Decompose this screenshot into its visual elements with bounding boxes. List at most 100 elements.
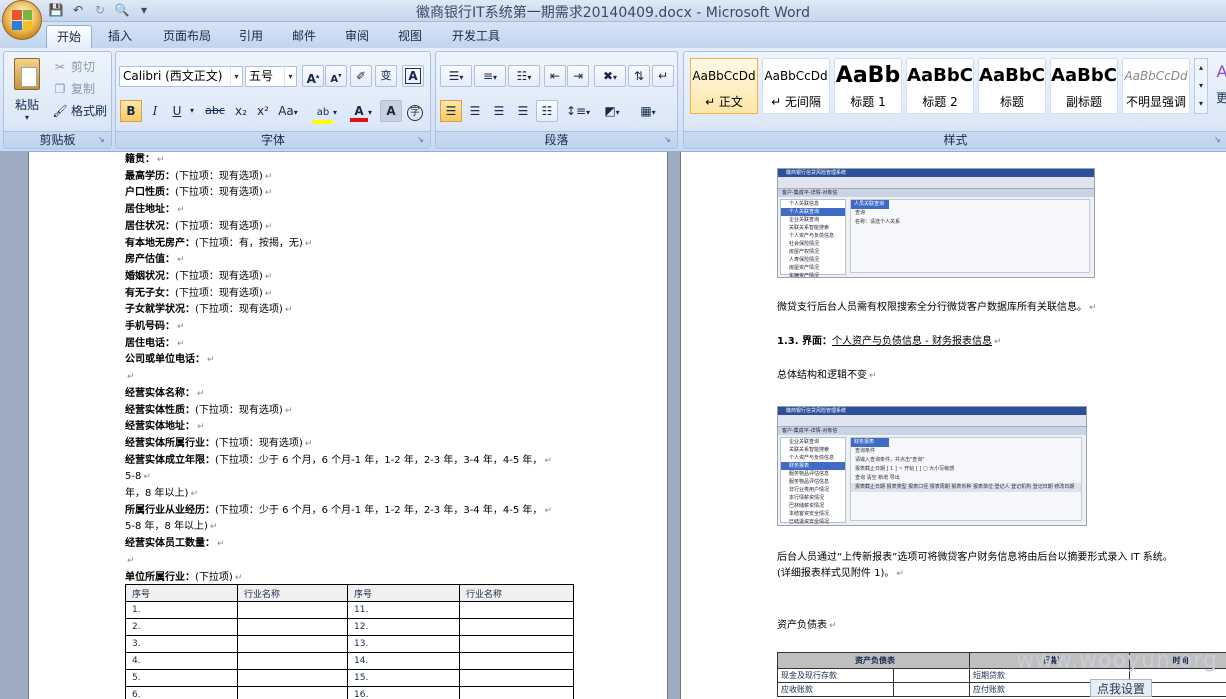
change-case-button[interactable]: Aa▾ [274,100,302,122]
app-tree-item: 企业关联查询 [789,217,820,223]
style-sample: AaBbCcDd [692,69,756,83]
multilevel-list-button[interactable]: ☷▾ [508,65,540,87]
decrease-indent-button[interactable]: ⇤ [544,65,566,87]
style-heading-2[interactable]: AaBbC 标题 2 [906,58,974,114]
style-sample: AaBbC [979,65,1045,86]
bullets-button[interactable]: ☰▾ [440,65,472,87]
more-icon[interactable]: ▾ [1195,95,1207,113]
style-sample: AaBbCcDd [764,69,828,83]
tab-view[interactable]: 视图 [388,25,432,48]
shading-button[interactable]: ◩▾ [596,100,628,122]
table-row: 2. 12. [125,618,574,636]
change-case-label: Aa [278,104,294,118]
superscript-button[interactable]: x² [252,100,274,122]
paste-button[interactable]: 粘贴 ▾ [8,56,46,128]
right-page[interactable]: 徽商银行信贷风险管理系统 客户-集成平-详情-对象信 个人关联信息 个人关联查询企… [680,152,1226,699]
heading-link[interactable]: 个人资产与负债信息 - 财务报表信息 [832,336,992,347]
app-breadcrumb: 客户-集成平-详情-对象信 [778,427,1086,435]
align-right-button[interactable]: ☰ [488,100,510,122]
tab-page-layout[interactable]: 页面布局 [153,25,221,48]
chevron-down-icon[interactable]: ▾ [230,67,242,86]
style-no-spacing[interactable]: AaBbCcDd ↵ 无间隔 [762,58,830,114]
font-name-combo[interactable]: Calibri (西文正文) ▾ [119,66,243,87]
align-left-button[interactable]: ☰ [440,100,462,122]
underline-dropdown-icon[interactable]: ▾ [186,100,198,122]
field-note: (下拉项：现有选项) [175,270,263,282]
tab-developer[interactable]: 开发工具 [442,25,510,48]
tab-mailings[interactable]: 邮件 [282,25,326,48]
format-painter-button[interactable]: 🖌 格式刷 [52,102,107,119]
increase-indent-button[interactable]: ⇥ [567,65,589,87]
bold-button[interactable]: B [120,100,142,122]
table-row: 5. 15. [125,669,574,687]
font-color-button[interactable]: A ▾ [344,100,378,122]
chinese-layout-button[interactable]: ✖▾ [594,65,626,87]
table-cell [893,682,970,697]
line-spacing-button[interactable]: ↕≡▾ [562,100,594,122]
paragraph-text: (详细报表样式见附件 1)。 [777,568,895,579]
justify-button[interactable]: ☰ [512,100,534,122]
dialog-launcher-icon[interactable]: ↘ [417,135,427,145]
strikethrough-button[interactable]: abc [202,100,228,122]
chevron-down-icon[interactable]: ▾ [284,67,296,86]
numbering-button[interactable]: ≡▾ [474,65,506,87]
document-area[interactable]: 籍贯： ↵ 最高学历：(下拉项：现有选项) ↵ 户口性质：(下拉项：现有选项) ↵ 居住地址… [0,152,1226,699]
tab-home[interactable]: 开始 [46,25,93,48]
borders-button[interactable]: ▦▾ [632,100,664,122]
italic-button[interactable]: I [144,100,166,122]
style-heading-1[interactable]: AaBb 标题 1 [834,58,902,114]
char-shading-button[interactable]: A [380,100,402,122]
app-toolbar [778,415,1086,427]
copy-button[interactable]: ❐ 复制 [52,80,95,97]
sort-icon: ⇅ [633,69,645,83]
tab-review[interactable]: 审阅 [335,25,379,48]
dialog-launcher-icon[interactable]: ↘ [98,135,108,145]
distributed-button[interactable]: ☷ [536,100,558,122]
underline-button[interactable]: U [166,100,188,122]
table-header-row: 序号 行业名称 序号 行业名称 [125,584,574,602]
clear-formatting-button[interactable]: ✐ [350,65,372,87]
dialog-launcher-icon[interactable]: ↘ [1214,135,1224,145]
shrink-font-button[interactable]: A▾ [325,65,347,87]
align-center-button[interactable]: ☰ [464,100,486,122]
highlight-button[interactable]: ab ▾ [308,100,342,124]
document-line: 最高学历：(下拉项：现有选项) ↵ [125,170,273,182]
settings-button[interactable]: 点我设置 [1089,679,1152,697]
style-name: 标题 1 [850,95,886,109]
style-subtitle[interactable]: AaBbC 副标题 [1050,58,1118,114]
char-border-button[interactable]: A [402,65,424,87]
document-line: ↵ [127,555,135,566]
style-name: 不明显强调 [1125,95,1186,109]
sort-button[interactable]: ⇅ [628,65,650,87]
style-subtle-emphasis[interactable]: AaBbCcDd 不明显强调 [1122,58,1190,114]
paintbrush-icon: 🖌 [52,103,68,118]
table-cell [237,652,348,670]
font-size-combo[interactable]: 五号 ▾ [245,66,297,87]
tab-references[interactable]: 引用 [229,25,273,48]
enclose-chars-button[interactable]: 字 [404,100,426,122]
style-name: ↵ 无间隔 [771,95,821,109]
heading-number: 1.3. 界面： [777,336,832,347]
office-button[interactable] [2,0,42,40]
tab-insert[interactable]: 插入 [98,25,142,48]
dialog-launcher-icon[interactable]: ↘ [664,135,674,145]
cut-button[interactable]: ✂ 剪切 [52,58,95,75]
field-note: (下拉项：少于 6 个月，6 个月-1 年，1-2 年，2-3 年，3-4 年，… [215,504,543,516]
show-marks-button[interactable]: ↵ [652,65,674,87]
change-styles-button[interactable]: A 更 [1212,62,1226,106]
app-tree-item: 个人资产与负债信息 [789,455,835,461]
style-name: 标题 2 [922,95,958,109]
grow-font-button[interactable]: A▴ [302,65,324,87]
style-title[interactable]: AaBbC 标题 [978,58,1046,114]
left-page[interactable]: 籍贯： ↵ 最高学历：(下拉项：现有选项) ↵ 户口性质：(下拉项：现有选项) ↵ 居住地址… [28,152,668,699]
style-normal[interactable]: AaBbCcDd ↵ 正文 [690,58,758,114]
paste-dropdown-icon[interactable]: ▾ [8,113,46,122]
subscript-button[interactable]: x₂ [230,100,252,122]
table-cell: 3. [125,635,238,653]
phonetic-guide-button[interactable]: 变 [375,65,397,87]
chevron-up-icon[interactable]: ▴ [1195,59,1207,77]
styles-scroll[interactable]: ▴ ▾ ▾ [1194,58,1208,114]
chevron-down-icon[interactable]: ▾ [1195,77,1207,95]
paragraph-text: 总体结构和逻辑不变 [777,370,867,381]
field-note: (下拉项：现有选项) [195,304,283,316]
